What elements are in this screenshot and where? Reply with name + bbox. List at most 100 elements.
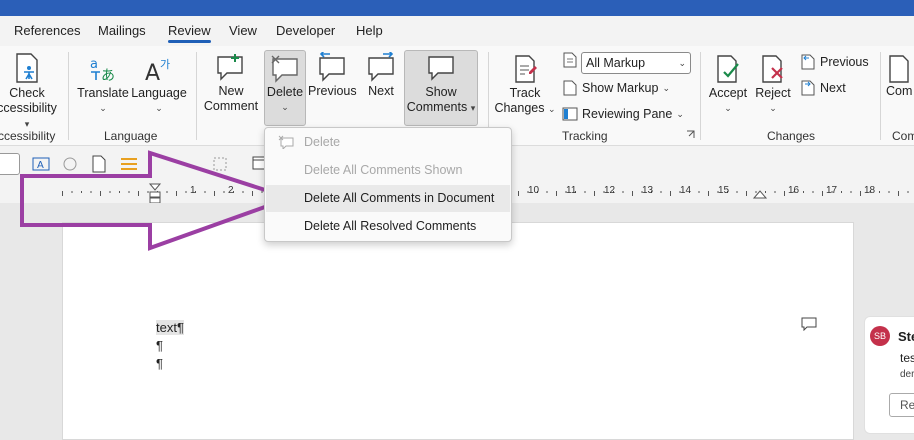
new-comment-label-2: Comment [203, 99, 259, 113]
ruler-tick-label: 1 [190, 185, 196, 196]
document-page[interactable]: text¶ ¶ ¶ [62, 222, 854, 440]
chevron-down-icon: ⌄ [769, 103, 777, 113]
tab-references[interactable]: References [14, 23, 80, 38]
right-indent-marker-icon[interactable] [753, 189, 767, 199]
ruler-tick [100, 191, 101, 196]
group-label-compare: Com [892, 129, 914, 143]
next-comment-button[interactable]: Next [360, 52, 402, 99]
menu-item-label: Delete All Comments Shown [304, 163, 463, 177]
ruler-tick-label: 14 [680, 185, 692, 196]
translate-button[interactable]: a あ Translate ⌄ [76, 54, 130, 116]
menu-item-delete[interactable]: Delete [266, 129, 510, 156]
menu-item-label: Delete [304, 135, 341, 149]
compare-button[interactable]: Com [886, 54, 914, 99]
track-changes-label-2: Changes [494, 101, 545, 115]
menu-item-label: Delete All Resolved Comments [304, 219, 477, 233]
previous-comment-button[interactable]: Previous [308, 52, 357, 99]
text-box-icon[interactable]: A [32, 156, 50, 172]
markup-select-value: All Markup [586, 56, 646, 70]
ruler-tick [774, 191, 776, 193]
ruler-tick [803, 191, 804, 193]
list-icon[interactable] [120, 156, 138, 172]
group-separator [880, 52, 881, 140]
style-dropdown[interactable] [0, 153, 20, 175]
ruler-tick [736, 191, 738, 193]
ruler-tick [594, 191, 595, 196]
new-page-icon[interactable] [92, 155, 106, 173]
ruler-tick [90, 191, 92, 193]
svg-text:A: A [37, 160, 44, 171]
chevron-down-icon: ⌄ [99, 103, 107, 113]
new-comment-icon [217, 54, 243, 81]
tab-review[interactable]: Review [168, 23, 211, 43]
accept-icon [717, 55, 739, 83]
ruler-tick [166, 191, 168, 193]
ruler-tick [879, 191, 880, 193]
ribbon-tabs: References Mailings Review View Develope… [0, 16, 914, 46]
ruler-tick-label: 12 [604, 185, 616, 196]
ruler-tick [822, 191, 823, 196]
markup-select[interactable]: All Markup ⌄ [581, 52, 691, 74]
reviewing-pane-button[interactable]: Reviewing Pane ⌄ [562, 106, 684, 122]
chevron-down-icon: ▾ [24, 119, 30, 129]
paragraph-mark: ¶ [156, 356, 163, 371]
show-comments-button[interactable]: Show Comments ▾ [404, 50, 478, 126]
group-icon[interactable] [212, 156, 230, 172]
delete-comment-icon [271, 55, 298, 83]
reject-icon [762, 55, 783, 83]
ruler-tick [622, 191, 624, 193]
ruler-tick [907, 191, 909, 193]
chevron-down-icon: ⌄ [724, 103, 732, 113]
delete-comment-button[interactable]: Delete ⌄ [264, 50, 306, 126]
delete-comment-icon [278, 135, 294, 149]
ruler-tick [185, 191, 187, 193]
ruler-tick [71, 191, 73, 193]
group-label-changes: Changes [767, 129, 816, 143]
reject-button[interactable]: Reject ⌄ [752, 54, 794, 116]
menu-item-delete-all-shown[interactable]: Delete All Comments Shown [266, 157, 510, 184]
reviewing-pane-label: Reviewing Pane [582, 107, 673, 121]
menu-item-delete-all-in-document[interactable]: Delete All Comments in Document [266, 185, 510, 212]
chevron-down-icon: ⌄ [281, 102, 289, 112]
comment-marker-icon[interactable] [801, 317, 817, 331]
show-comments-icon [428, 56, 454, 81]
menu-item-delete-all-resolved[interactable]: Delete All Resolved Comments [266, 213, 510, 240]
tab-view[interactable]: View [229, 23, 257, 38]
track-changes-button[interactable]: Track Changes ⌄ [494, 54, 556, 117]
reviewing-pane-icon [562, 107, 578, 121]
chevron-down-icon: ⌄ [678, 57, 686, 68]
accept-button[interactable]: Accept ⌄ [706, 54, 750, 116]
ruler-tick [812, 191, 814, 193]
chevron-down-icon: ⌄ [547, 104, 556, 114]
ruler-tick [176, 191, 177, 196]
group-separator [196, 52, 197, 140]
ruler-tick [242, 191, 244, 193]
tab-help[interactable]: Help [356, 23, 383, 38]
indent-marker-icon[interactable] [148, 183, 162, 205]
previous-change-icon [801, 54, 815, 70]
show-markup-button[interactable]: Show Markup ⌄ [562, 80, 670, 96]
commented-text[interactable]: text¶ [156, 320, 184, 335]
ruler-tick [81, 191, 82, 193]
ruler-tick-label: 15 [718, 185, 730, 196]
new-comment-button[interactable]: New Comment [202, 52, 260, 114]
reply-input[interactable]: Re [889, 393, 914, 417]
translate-label: Translate [77, 86, 129, 100]
translate-icon: a あ [90, 57, 115, 84]
paste-icon[interactable] [62, 156, 78, 172]
ruler-tick-label: 11 [566, 185, 577, 196]
next-change-button[interactable]: Next [800, 80, 846, 96]
tab-mailings[interactable]: Mailings [98, 23, 146, 38]
check-accessibility-button[interactable]: Check ccessibility ▾ [0, 52, 60, 132]
document-accessibility-icon [16, 53, 38, 83]
language-button[interactable]: A 가 Language ⌄ [130, 54, 188, 116]
previous-change-button[interactable]: Previous [800, 54, 869, 70]
ruler-tick [708, 191, 709, 196]
dialog-launcher-icon[interactable] [686, 130, 696, 140]
tab-developer[interactable]: Developer [276, 23, 335, 38]
check-label-2: ccessibility [0, 101, 57, 115]
svg-text:가: 가 [160, 58, 170, 71]
reject-label: Reject [755, 86, 791, 100]
document-text[interactable]: text¶ ¶ ¶ [156, 319, 184, 373]
ruler-tick-label: 2 [228, 185, 234, 196]
